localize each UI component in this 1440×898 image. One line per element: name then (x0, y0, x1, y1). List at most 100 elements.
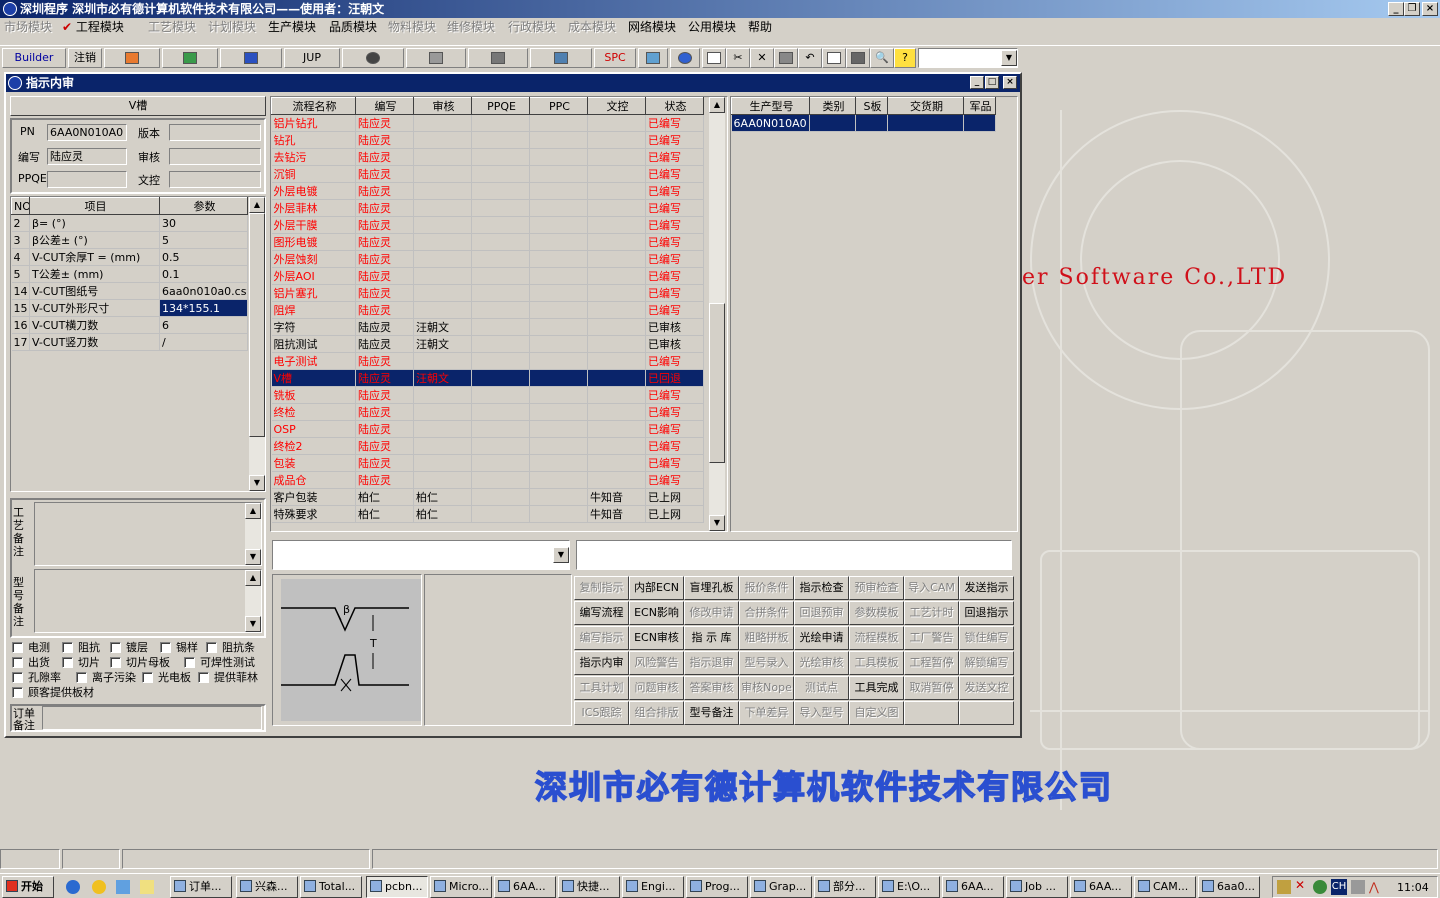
print-button[interactable] (846, 48, 870, 68)
flow-cell-editor[interactable]: 陆应灵 (355, 471, 414, 489)
flow-cell-ppc[interactable] (529, 131, 588, 149)
flow-cell-editor[interactable]: 陆应灵 (355, 284, 414, 302)
flow-cell-review[interactable] (413, 182, 472, 200)
delete-button[interactable]: ✕ (750, 48, 774, 68)
flow-cell-ppc[interactable] (529, 233, 588, 251)
action-button[interactable]: 内部ECN (629, 576, 684, 600)
action-button[interactable]: 取消暂停 (904, 676, 959, 700)
action-button[interactable]: 型号备注 (684, 701, 739, 725)
flow-cell-doc[interactable] (587, 216, 646, 234)
flow-row[interactable]: 外层干膜 陆应灵 已编写 (271, 216, 704, 234)
action-button[interactable]: 指示退审 (684, 651, 739, 675)
flow-row[interactable]: 客户包装 柏仁 柏仁 牛知音 已上网 (271, 488, 704, 506)
desktop-icon[interactable] (92, 880, 106, 894)
flow-cell-ppqe[interactable] (471, 386, 530, 404)
model-cell-mil[interactable] (963, 114, 996, 132)
flow-cell-ppc[interactable] (529, 488, 588, 506)
powerpoint-button[interactable] (104, 48, 160, 68)
flow-cell-review[interactable] (413, 420, 472, 438)
flow-cell-doc[interactable] (587, 148, 646, 166)
tray-app-icon[interactable] (1277, 880, 1291, 894)
params-cell-value[interactable]: 134*155.1 (159, 299, 248, 317)
flow-cell-ppc[interactable] (529, 352, 588, 370)
flow-cell-ppqe[interactable] (471, 335, 530, 353)
flow-cell-doc[interactable]: 牛知音 (587, 488, 646, 506)
flow-row[interactable]: 钻孔 陆应灵 已编写 (271, 131, 704, 149)
flow-cell-doc[interactable] (587, 301, 646, 319)
params-cell-no[interactable]: 16 (11, 316, 30, 334)
taskbar-button[interactable]: 订单... (170, 876, 232, 898)
flow-cell-ppc[interactable] (529, 199, 588, 217)
flow-cell-name[interactable]: OSP (271, 420, 356, 438)
params-cell-value[interactable]: 6 (159, 316, 248, 334)
params-row[interactable]: 2 β= (°) 30 (11, 214, 248, 232)
flow-cell-name[interactable]: 电子测试 (271, 352, 356, 370)
flow-cell-status[interactable]: 已编写 (645, 420, 704, 438)
flow-cell-editor[interactable]: 陆应灵 (355, 199, 414, 217)
flow-cell-editor[interactable]: 陆应灵 (355, 437, 414, 455)
flow-cell-ppqe[interactable] (471, 199, 530, 217)
version-field[interactable] (169, 124, 261, 141)
menu-item[interactable]: 公用模块 (688, 19, 736, 35)
scroll-up-icon[interactable]: ▲ (245, 503, 261, 519)
taskbar-button[interactable]: CAM... (1134, 876, 1196, 898)
flow-cell-review[interactable] (413, 199, 472, 217)
params-row[interactable]: 5 T公差± (mm) 0.1 (11, 265, 248, 283)
flow-cell-ppqe[interactable] (471, 267, 530, 285)
model-cell-due[interactable] (887, 114, 964, 132)
flow-row[interactable]: V槽 陆应灵 汪朝文 已回退 (271, 369, 704, 387)
flow-row[interactable]: 包装 陆应灵 已编写 (271, 454, 704, 472)
flow-cell-review[interactable] (413, 250, 472, 268)
flow-cell-ppc[interactable] (529, 165, 588, 183)
flow-cell-editor[interactable]: 陆应灵 (355, 216, 414, 234)
flow-cell-editor[interactable]: 陆应灵 (355, 386, 414, 404)
close-button[interactable]: × (1422, 2, 1438, 16)
flow-cell-ppqe[interactable] (471, 352, 530, 370)
checkbox-icon[interactable] (62, 657, 73, 668)
order-note-field[interactable] (42, 706, 262, 730)
model-note-field[interactable]: ▲ ▼ (34, 569, 262, 633)
params-cell-value[interactable]: / (159, 333, 248, 351)
flow-row[interactable]: 成品仓 陆应灵 已编写 (271, 471, 704, 489)
params-cell-no[interactable]: 2 (11, 214, 30, 232)
flow-cell-ppqe[interactable] (471, 182, 530, 200)
flow-cell-ppqe[interactable] (471, 420, 530, 438)
option-checkbox[interactable]: 镀层 (110, 641, 148, 654)
flow-cell-status[interactable]: 已编写 (645, 148, 704, 166)
flow-cell-review[interactable]: 柏仁 (413, 488, 472, 506)
checkbox-icon[interactable] (12, 642, 23, 653)
flow-cell-status[interactable]: 已编写 (645, 403, 704, 421)
flow-cell-doc[interactable] (587, 335, 646, 353)
flow-cell-review[interactable] (413, 284, 472, 302)
minimize-button[interactable]: _ (1388, 2, 1404, 16)
flow-cell-ppc[interactable] (529, 182, 588, 200)
flow-row[interactable]: 阻抗测试 陆应灵 汪朝文 已审核 (271, 335, 704, 353)
model-cell-type[interactable] (809, 114, 856, 132)
note-scrollbar[interactable]: ▲ ▼ (245, 503, 261, 565)
flow-row[interactable]: 铝片钻孔 陆应灵 已编写 (271, 114, 704, 132)
flow-cell-review[interactable] (413, 114, 472, 132)
flow-row[interactable]: 外层电镀 陆应灵 已编写 (271, 182, 704, 200)
option-checkbox[interactable]: 出货 (12, 656, 50, 669)
calc-button[interactable] (638, 48, 668, 68)
flow-cell-editor[interactable]: 陆应灵 (355, 250, 414, 268)
params-row[interactable]: 16 V-CUT横刀数 6 (11, 316, 248, 334)
flow-cell-editor[interactable]: 陆应灵 (355, 233, 414, 251)
params-cell-item[interactable]: β= (°) (29, 214, 160, 232)
notepad-icon[interactable] (140, 880, 154, 894)
scroll-down-icon[interactable]: ▼ (249, 475, 265, 491)
menu-item[interactable]: 帮助 (748, 19, 772, 35)
flow-cell-ppqe[interactable] (471, 369, 530, 387)
flow-row[interactable]: 电子测试 陆应灵 已编写 (271, 352, 704, 370)
flow-cell-review[interactable] (413, 352, 472, 370)
cut-button[interactable]: ✂ (726, 48, 750, 68)
taskbar-button[interactable]: Prog... (686, 876, 748, 898)
view-button[interactable] (342, 48, 404, 68)
params-row[interactable]: 14 V-CUT图纸号 6aa0n010a0.csv (11, 282, 248, 300)
params-cell-no[interactable]: 3 (11, 231, 30, 249)
ppqe-field[interactable] (47, 171, 127, 188)
flow-column-header[interactable]: 编写 (355, 97, 414, 115)
flow-cell-editor[interactable]: 陆应灵 (355, 165, 414, 183)
params-cell-item[interactable]: V-CUT图纸号 (29, 282, 160, 300)
flow-row[interactable]: 铝片塞孔 陆应灵 已编写 (271, 284, 704, 302)
